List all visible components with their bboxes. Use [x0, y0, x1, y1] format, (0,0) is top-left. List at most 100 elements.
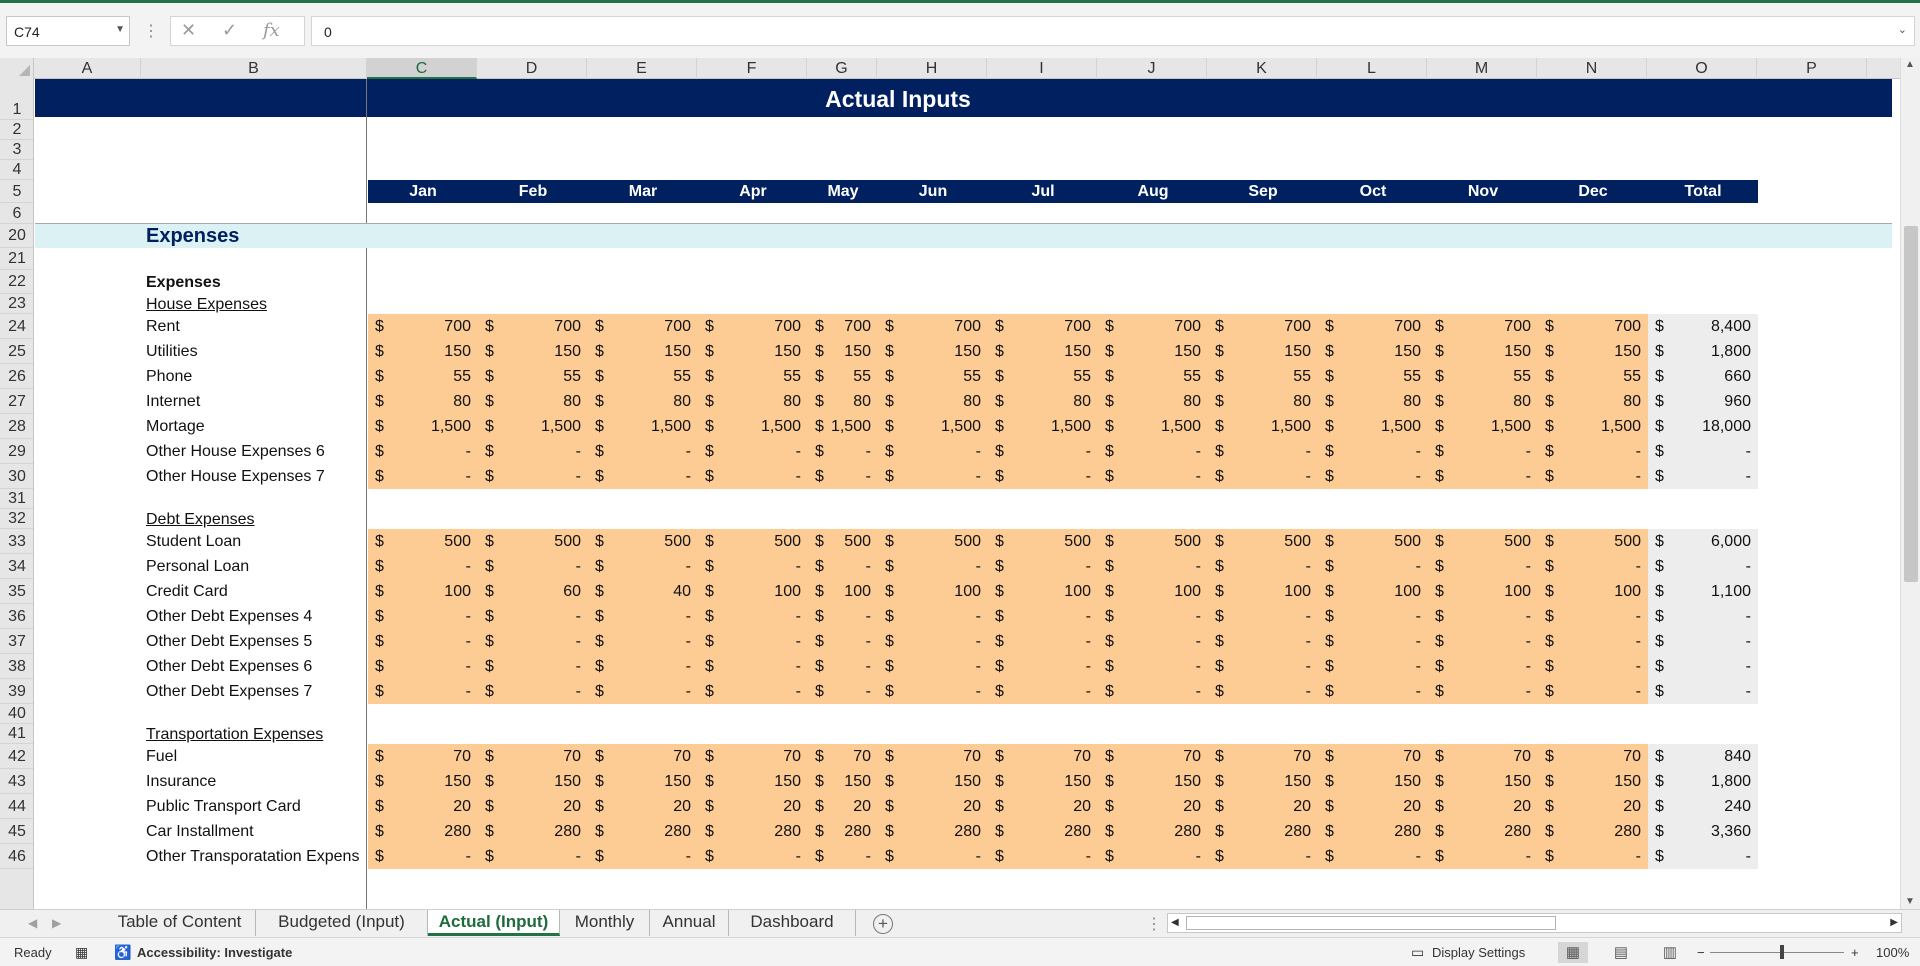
value-cell[interactable]: -	[716, 848, 801, 866]
value-cell[interactable]: -	[496, 683, 581, 701]
column-header-a[interactable]: A	[34, 58, 141, 79]
total-cell[interactable]: 1,800	[1666, 773, 1751, 791]
value-cell[interactable]: 150	[606, 343, 691, 361]
value-cell[interactable]: -	[606, 608, 691, 626]
value-cell[interactable]: 500	[606, 533, 691, 551]
total-cell[interactable]: -	[1666, 683, 1751, 701]
zoom-out-button[interactable]: −	[1697, 945, 1705, 960]
row-header-20[interactable]: 20	[0, 224, 33, 248]
sheet-tab[interactable]: Table of Content	[104, 910, 256, 936]
value-cell[interactable]: 500	[1446, 533, 1531, 551]
value-cell[interactable]: 70	[496, 748, 581, 766]
row-header-39[interactable]: 39	[0, 679, 33, 704]
value-cell[interactable]: 1,500	[826, 418, 871, 436]
column-header-m[interactable]: M	[1427, 58, 1537, 79]
plus-circle-icon[interactable]: +	[873, 914, 893, 934]
value-cell[interactable]: 280	[496, 823, 581, 841]
value-cell[interactable]: -	[386, 658, 471, 676]
value-cell[interactable]: -	[1116, 608, 1201, 626]
value-cell[interactable]: 150	[1226, 343, 1311, 361]
value-cell[interactable]: 80	[386, 393, 471, 411]
value-cell[interactable]: 700	[1446, 318, 1531, 336]
row-header-27[interactable]: 27	[0, 389, 33, 414]
total-cell[interactable]: -	[1666, 558, 1751, 576]
value-cell[interactable]: -	[496, 558, 581, 576]
value-cell[interactable]: -	[826, 658, 871, 676]
row-header-4[interactable]: 4	[0, 160, 33, 180]
value-cell[interactable]: 150	[386, 773, 471, 791]
value-cell[interactable]: 70	[1006, 748, 1091, 766]
value-cell[interactable]: 20	[826, 798, 871, 816]
row-header-38[interactable]: 38	[0, 654, 33, 679]
value-cell[interactable]: -	[386, 608, 471, 626]
value-cell[interactable]: 150	[716, 773, 801, 791]
value-cell[interactable]: 280	[896, 823, 981, 841]
value-cell[interactable]: 700	[896, 318, 981, 336]
value-cell[interactable]: -	[1556, 468, 1641, 486]
value-cell[interactable]: -	[1556, 683, 1641, 701]
value-cell[interactable]: 700	[496, 318, 581, 336]
value-cell[interactable]: -	[1116, 683, 1201, 701]
total-cell[interactable]: 240	[1666, 798, 1751, 816]
value-cell[interactable]: 1,500	[386, 418, 471, 436]
zoom-in-button[interactable]: +	[1851, 945, 1859, 960]
total-cell[interactable]: -	[1666, 608, 1751, 626]
value-cell[interactable]: 20	[1226, 798, 1311, 816]
row-header-24[interactable]: 24	[0, 314, 33, 339]
value-cell[interactable]: -	[606, 558, 691, 576]
value-cell[interactable]: -	[1006, 443, 1091, 461]
value-cell[interactable]: 1,500	[1116, 418, 1201, 436]
value-cell[interactable]: 55	[896, 368, 981, 386]
sheet-tab[interactable]: Monthly	[560, 910, 650, 936]
value-cell[interactable]: 150	[496, 343, 581, 361]
value-cell[interactable]: 20	[1116, 798, 1201, 816]
value-cell[interactable]: 500	[1226, 533, 1311, 551]
value-cell[interactable]: 700	[1006, 318, 1091, 336]
row-header-25[interactable]: 25	[0, 339, 33, 364]
horizontal-scrollbar[interactable]: ◀ ▶	[1167, 913, 1902, 933]
value-cell[interactable]: 1,500	[1446, 418, 1531, 436]
value-cell[interactable]: 20	[606, 798, 691, 816]
value-cell[interactable]: -	[826, 468, 871, 486]
value-cell[interactable]: 100	[1556, 583, 1641, 601]
row-header-31[interactable]: 31	[0, 489, 33, 509]
value-cell[interactable]: -	[716, 608, 801, 626]
total-cell[interactable]: -	[1666, 468, 1751, 486]
value-cell[interactable]: 20	[1556, 798, 1641, 816]
value-cell[interactable]: 150	[716, 343, 801, 361]
value-cell[interactable]: -	[606, 443, 691, 461]
value-cell[interactable]: -	[606, 633, 691, 651]
value-cell[interactable]: -	[896, 848, 981, 866]
row-header-37[interactable]: 37	[0, 629, 33, 654]
total-cell[interactable]: -	[1666, 658, 1751, 676]
value-cell[interactable]: -	[716, 658, 801, 676]
value-cell[interactable]: 20	[496, 798, 581, 816]
value-cell[interactable]: 55	[386, 368, 471, 386]
value-cell[interactable]: 70	[1336, 748, 1421, 766]
value-cell[interactable]: 500	[1556, 533, 1641, 551]
value-cell[interactable]: -	[1446, 683, 1531, 701]
row-header-26[interactable]: 26	[0, 364, 33, 389]
value-cell[interactable]: 70	[606, 748, 691, 766]
value-cell[interactable]: 100	[386, 583, 471, 601]
value-cell[interactable]: 1,500	[606, 418, 691, 436]
value-cell[interactable]: -	[1006, 633, 1091, 651]
value-cell[interactable]: -	[1336, 468, 1421, 486]
value-cell[interactable]: 150	[1556, 773, 1641, 791]
value-cell[interactable]: 280	[386, 823, 471, 841]
value-cell[interactable]: -	[1556, 848, 1641, 866]
value-cell[interactable]: 500	[496, 533, 581, 551]
value-cell[interactable]: 150	[1116, 343, 1201, 361]
value-cell[interactable]: 1,500	[896, 418, 981, 436]
value-cell[interactable]: 500	[896, 533, 981, 551]
value-cell[interactable]: -	[1006, 608, 1091, 626]
value-cell[interactable]: -	[1006, 848, 1091, 866]
value-cell[interactable]: 100	[1226, 583, 1311, 601]
total-cell[interactable]: 1,100	[1666, 583, 1751, 601]
value-cell[interactable]: -	[496, 608, 581, 626]
value-cell[interactable]: -	[1556, 633, 1641, 651]
value-cell[interactable]: 1,500	[1556, 418, 1641, 436]
expand-formula-icon[interactable]: ⌄	[1898, 23, 1907, 36]
value-cell[interactable]: 20	[896, 798, 981, 816]
value-cell[interactable]: 150	[496, 773, 581, 791]
